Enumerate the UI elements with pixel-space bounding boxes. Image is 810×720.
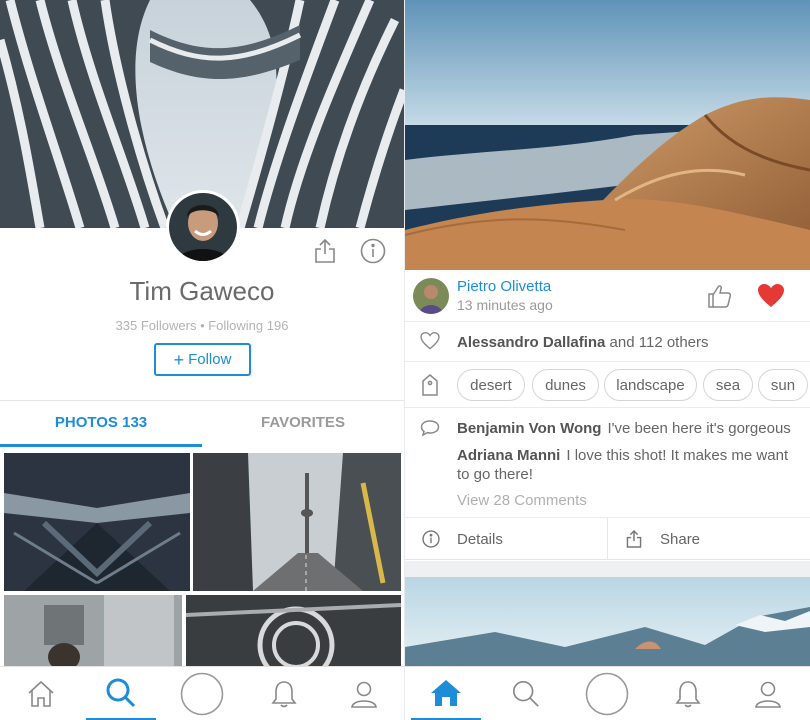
feed-screen: Pietro Olivetta 13 minutes ago Alessandr… (405, 0, 810, 720)
comment-text: I've been here it's gorgeous (607, 420, 791, 437)
tags-row: desert dunes landscape sea sun (405, 362, 810, 408)
profile-name: Tim Gaweco (129, 276, 275, 306)
camera-circle-icon[interactable] (167, 667, 237, 720)
likes-text: Alessandro Dallafina and 112 others (457, 334, 709, 351)
user-icon[interactable] (733, 667, 803, 720)
comments-section: Benjamin Von Wong I've been here it's gor… (405, 408, 810, 518)
post-header: Pietro Olivetta 13 minutes ago (405, 270, 810, 322)
grid-photo[interactable] (4, 595, 182, 667)
share-icon[interactable] (310, 236, 340, 266)
search-icon[interactable] (86, 667, 156, 720)
tag-chip[interactable]: sun (758, 369, 808, 401)
liker-name[interactable]: Alessandro Dallafina (457, 334, 605, 351)
camera-circle-icon[interactable] (572, 667, 642, 720)
user-icon[interactable] (329, 667, 399, 720)
heart-icon[interactable] (756, 281, 786, 311)
tag-chip[interactable]: landscape (604, 369, 697, 401)
comment-icon (417, 416, 443, 440)
next-post-photo[interactable] (405, 577, 810, 667)
tab-bar (405, 666, 810, 720)
grid-photo[interactable] (193, 453, 401, 591)
post-photo[interactable] (405, 0, 810, 270)
search-icon[interactable] (491, 667, 561, 720)
view-comments-link[interactable]: View 28 Comments (457, 492, 587, 509)
feed-separator (405, 561, 810, 577)
tag-chip[interactable]: desert (457, 369, 525, 401)
share-label: Share (660, 530, 701, 548)
comment: Benjamin Von Wong I've been here it's gor… (457, 419, 802, 438)
author-avatar[interactable] (413, 278, 449, 314)
details-button[interactable]: Details (405, 518, 607, 560)
profile-stats[interactable]: 335 Followers • Following 196 (0, 318, 404, 333)
likes-others[interactable]: and 112 others (605, 334, 709, 351)
bell-icon[interactable] (249, 667, 319, 720)
details-label: Details (457, 530, 503, 548)
grid-photo[interactable] (4, 453, 190, 591)
post-time: 13 minutes ago (457, 297, 553, 313)
tag-chip[interactable]: sea (703, 369, 753, 401)
tab-favorites[interactable]: FAVORITES (202, 401, 404, 447)
profile-avatar[interactable] (166, 190, 240, 264)
info-icon[interactable] (358, 236, 388, 266)
tab-photos[interactable]: PHOTOS 133 (0, 401, 202, 447)
tag-chip[interactable]: dunes (532, 369, 599, 401)
post-actions: Details Share (405, 518, 810, 560)
home-icon[interactable] (411, 667, 481, 720)
profile-tabs: PHOTOS 133 FAVORITES (0, 400, 404, 447)
likes-row[interactable]: Alessandro Dallafina and 112 others (405, 322, 810, 362)
follow-label: Follow (188, 351, 232, 368)
heart-outline-icon (417, 328, 443, 354)
follow-button[interactable]: + Follow (154, 343, 251, 376)
bell-icon[interactable] (653, 667, 723, 720)
comment-author[interactable]: Benjamin Von Wong (457, 420, 601, 437)
tag-icon (417, 371, 443, 399)
thumbs-up-icon[interactable] (705, 281, 735, 311)
info-icon (405, 530, 457, 548)
tab-bar (0, 666, 404, 720)
grid-photo[interactable] (186, 595, 401, 667)
profile-screen: Tim Gaweco 335 Followers • Following 196… (0, 0, 404, 720)
share-icon (608, 529, 660, 549)
plus-icon: + (173, 349, 185, 370)
author-name[interactable]: Pietro Olivetta (457, 278, 551, 295)
comment: Adriana Manni I love this shot! It makes … (457, 446, 802, 484)
comment-author[interactable]: Adriana Manni (457, 447, 560, 464)
share-button[interactable]: Share (608, 518, 810, 560)
home-icon[interactable] (6, 667, 76, 720)
